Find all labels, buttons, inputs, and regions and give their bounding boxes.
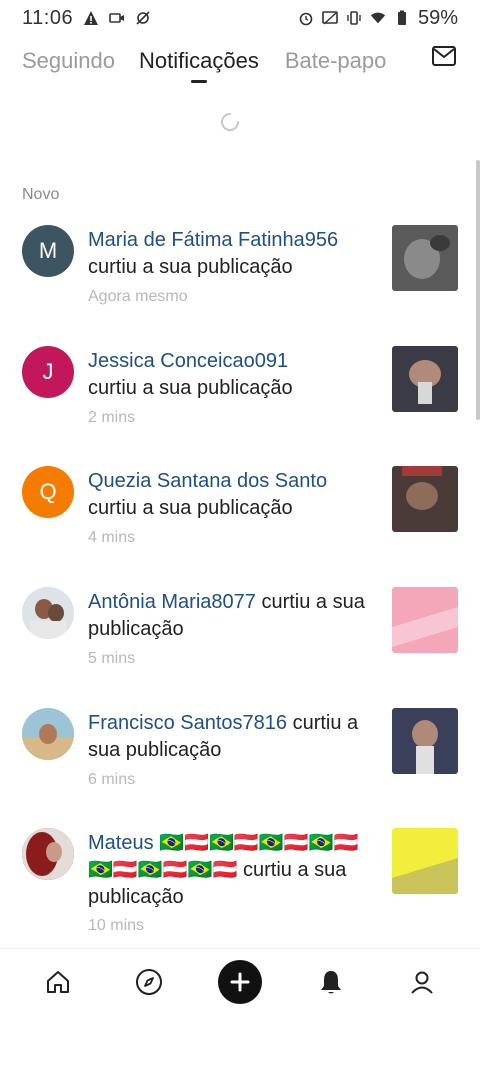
section-label-novo: Novo <box>22 186 60 203</box>
status-bar: 11:06 59% <box>0 0 480 36</box>
avatar-letter: Q <box>39 479 57 504</box>
post-thumbnail[interactable] <box>392 708 458 774</box>
messages-icon[interactable] <box>432 46 456 66</box>
notification-text: Antônia Maria8077 curtiu a sua publicaçã… <box>88 589 378 643</box>
notification-action: curtiu a sua publicação <box>88 497 293 519</box>
user-name[interactable]: Quezia Santana dos Santo <box>88 470 327 492</box>
add-icon <box>217 959 262 1004</box>
avatar[interactable] <box>22 587 74 639</box>
avatar[interactable] <box>22 708 74 760</box>
avatar-letter: M <box>38 238 58 263</box>
active-tab-indicator <box>190 80 207 83</box>
notification-text: Francisco Santos7816 curtiu a sua public… <box>88 710 378 764</box>
loading-spinner-icon <box>220 112 240 132</box>
user-name[interactable]: Francisco Santos7816 <box>88 712 287 734</box>
profile-icon[interactable] <box>398 958 446 1006</box>
tab-notificacoes-label: Notificações <box>138 48 259 73</box>
notification-text: Mateus 🇧🇷🇦🇹🇧🇷🇦🇹🇧🇷🇦🇹🇧🇷🇦🇹🇧🇷🇦🇹🇧🇷🇦🇹🇧🇷🇦🇹 curt… <box>88 830 378 911</box>
notification-text: Jessica Conceicao091 curtiu a sua public… <box>88 348 378 402</box>
add-post-button[interactable] <box>216 958 264 1006</box>
list-item[interactable]: J Jessica Conceicao091 curtiu a sua publ… <box>0 346 480 466</box>
notification-action: curtiu a sua publicação <box>88 377 293 399</box>
explore-icon[interactable] <box>125 958 173 1006</box>
notification-time: 4 mins <box>88 529 136 546</box>
list-item[interactable]: Mateus 🇧🇷🇦🇹🇧🇷🇦🇹🇧🇷🇦🇹🇧🇷🇦🇹🇧🇷🇦🇹🇧🇷🇦🇹🇧🇷🇦🇹 curt… <box>0 828 480 948</box>
notification-text: Quezia Santana dos Santo curtiu a sua pu… <box>88 468 378 522</box>
tab-seguindo[interactable]: Seguindo <box>22 48 115 74</box>
system-nav-area <box>0 1014 480 1066</box>
home-icon[interactable] <box>34 958 82 1006</box>
user-name[interactable]: Maria de Fátima Fatinha956 <box>88 229 338 251</box>
notification-time: Agora mesmo <box>88 288 188 305</box>
status-time: 11:06 <box>22 6 74 29</box>
bottom-nav <box>0 948 480 1014</box>
battery-percentage: 59% <box>417 6 458 29</box>
wifi-icon <box>370 10 386 26</box>
notification-time: 5 mins <box>88 650 136 667</box>
list-item[interactable]: Q Quezia Santana dos Santo curtiu a sua … <box>0 466 480 586</box>
battery-icon <box>394 10 410 26</box>
video-icon <box>109 10 125 26</box>
user-name[interactable]: Jessica Conceicao091 <box>88 350 288 372</box>
post-thumbnail[interactable] <box>392 225 458 291</box>
warning-icon <box>83 10 99 26</box>
tab-notificacoes[interactable]: Notificações <box>138 48 259 83</box>
post-thumbnail[interactable] <box>392 346 458 412</box>
avatar[interactable]: M <box>22 225 74 277</box>
list-item[interactable]: M Maria de Fátima Fatinha956 curtiu a su… <box>0 225 480 345</box>
user-name[interactable]: Antônia Maria8077 <box>88 591 256 613</box>
notification-time: 6 mins <box>88 771 136 788</box>
avatar[interactable]: Q <box>22 466 74 518</box>
avatar[interactable] <box>22 828 74 880</box>
notification-time: 10 mins <box>88 917 145 934</box>
muted-notification-icon <box>135 10 151 26</box>
list-item[interactable]: Francisco Santos7816 curtiu a sua public… <box>0 708 480 828</box>
vibrate-icon <box>346 10 362 26</box>
post-thumbnail[interactable] <box>392 466 458 532</box>
avatar[interactable]: J <box>22 346 74 398</box>
list-item[interactable]: Antônia Maria8077 curtiu a sua publicaçã… <box>0 587 480 707</box>
notification-time: 2 mins <box>88 409 136 426</box>
notifications-icon[interactable] <box>307 958 355 1006</box>
notification-text: Maria de Fátima Fatinha956 curtiu a sua … <box>88 227 378 281</box>
tab-bate-papo[interactable]: Bate-papo <box>285 48 387 74</box>
post-thumbnail[interactable] <box>392 587 458 653</box>
avatar-letter: J <box>42 359 54 384</box>
alarm-icon <box>298 10 314 26</box>
notification-action: curtiu a sua publicação <box>88 256 293 278</box>
top-tabs: Seguindo Notificações Bate-papo <box>0 36 480 86</box>
cast-icon <box>322 10 338 26</box>
post-thumbnail[interactable] <box>392 828 458 894</box>
